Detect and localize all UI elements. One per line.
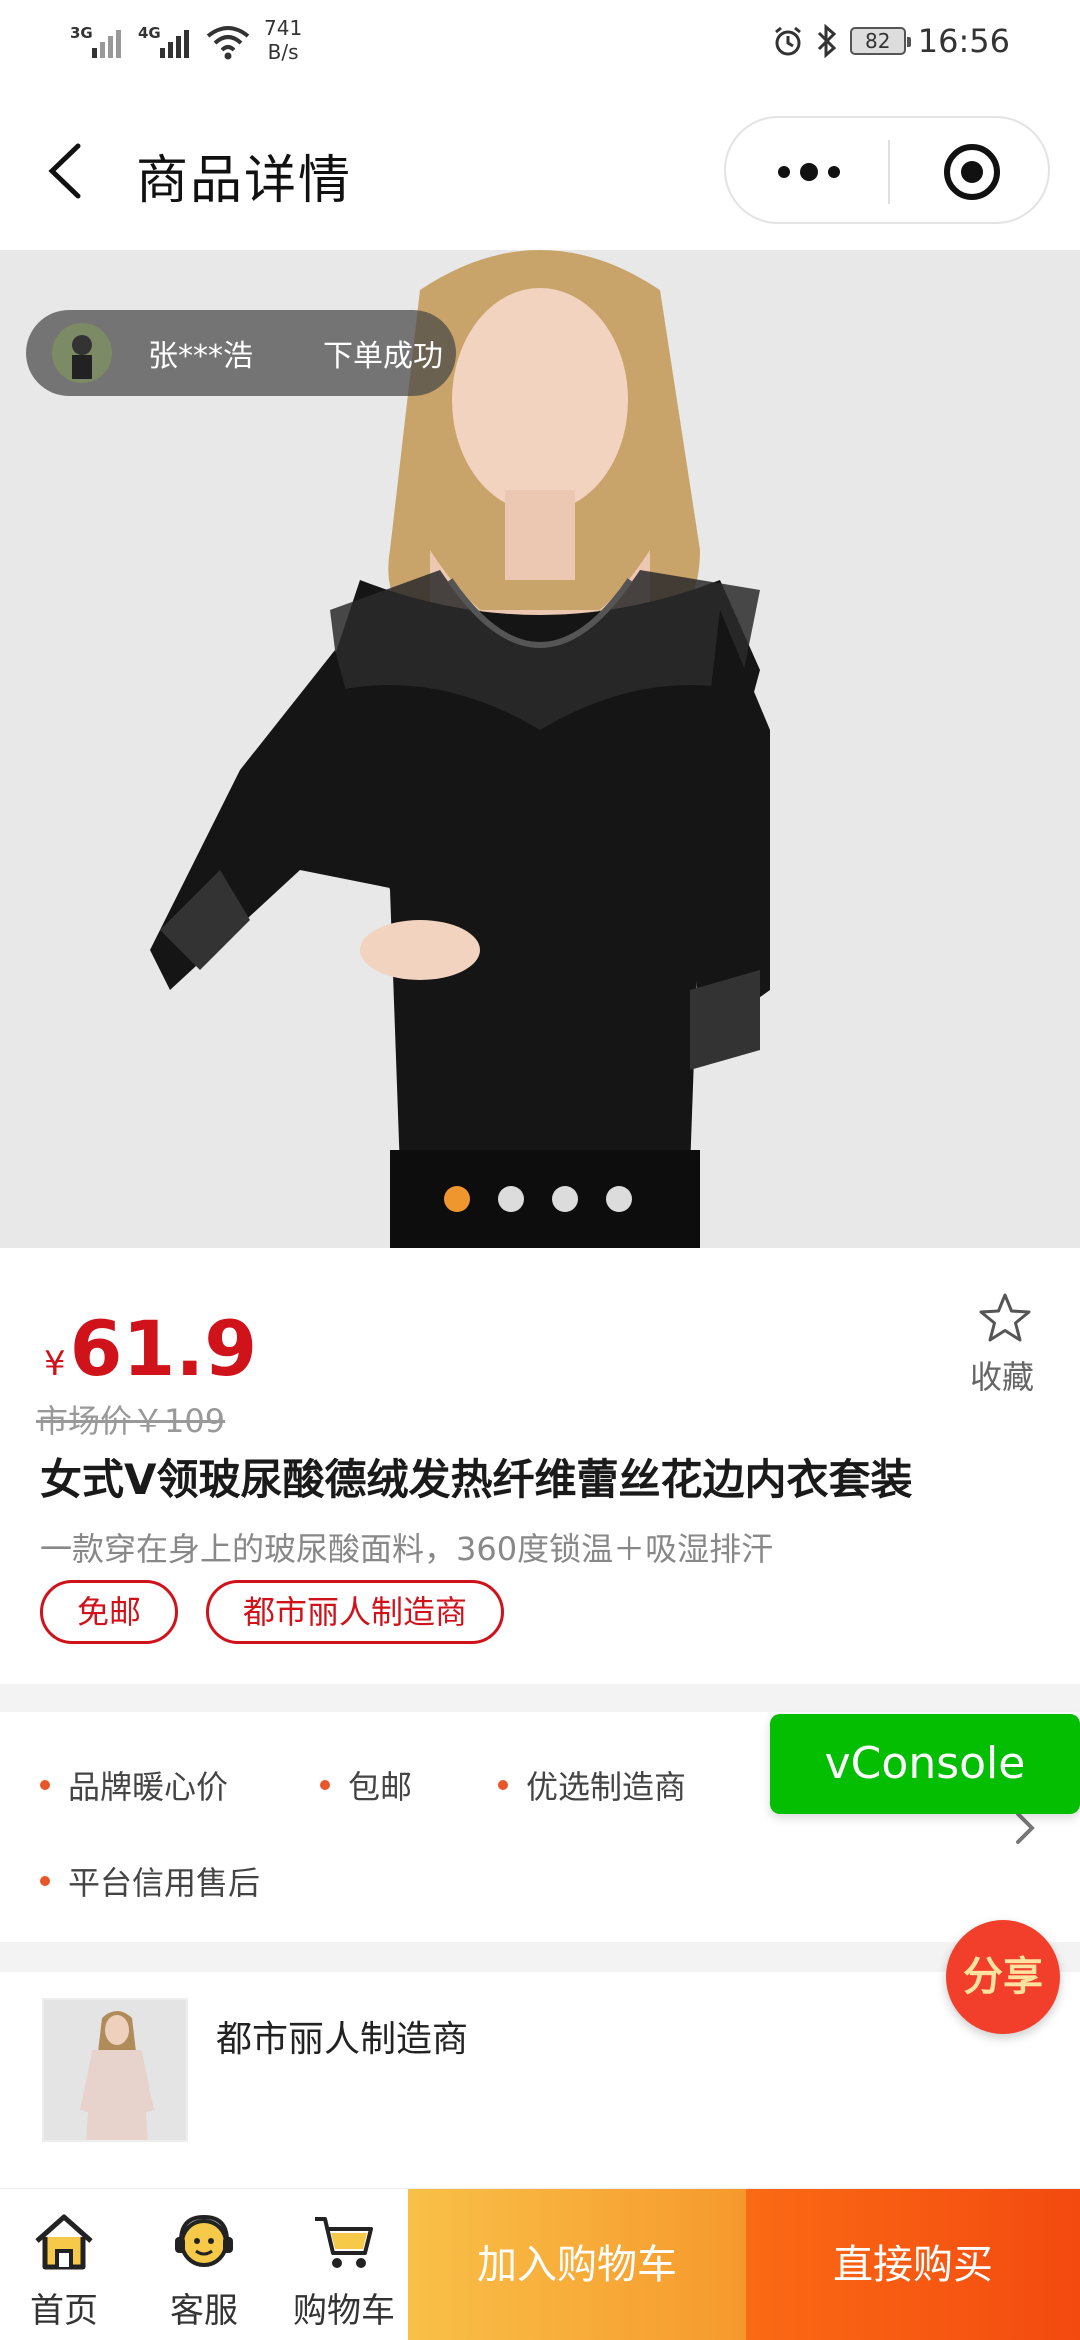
vconsole-button[interactable]: vConsole	[770, 1714, 1080, 1814]
star-icon	[979, 1293, 1031, 1342]
more-icon[interactable]	[764, 144, 854, 200]
service-item: 品牌暖心价	[40, 1762, 228, 1808]
shop-thumbnail	[42, 1998, 188, 2142]
product-photo	[0, 250, 1080, 1248]
price: ¥ 61.9	[44, 1304, 257, 1393]
cart-icon	[315, 2217, 373, 2268]
carousel-dot[interactable]	[606, 1186, 632, 1212]
bluetooth-icon	[817, 24, 836, 58]
carousel-dot[interactable]	[444, 1186, 470, 1212]
chevron-right-icon[interactable]	[1010, 1808, 1040, 1848]
favorite-label: 收藏	[969, 1358, 1034, 1396]
carousel-indicator	[444, 1186, 632, 1212]
service-item: 优选制造商	[498, 1762, 686, 1808]
battery-icon: 82	[849, 27, 911, 55]
carousel-dot[interactable]	[498, 1186, 524, 1212]
product-title: 女式V领玻尿酸德绒发热纤维蕾丝花边内衣套装	[40, 1455, 913, 1504]
mini-program-capsule	[724, 116, 1050, 224]
wifi-icon	[206, 26, 250, 60]
add-to-cart-button[interactable]: 加入购物车	[408, 2189, 746, 2340]
alarm-icon	[774, 26, 801, 56]
network-speed: 741 B/s	[264, 16, 303, 64]
back-icon[interactable]	[40, 136, 100, 206]
product-subtitle: 一款穿在身上的玻尿酸面料，360度锁温＋吸湿排汗	[40, 1530, 774, 1568]
product-tags: 免邮 都市丽人制造商	[40, 1580, 505, 1644]
close-mini-program-icon[interactable]	[942, 142, 1002, 202]
shop-section[interactable]: 都市丽人制造商	[0, 1972, 1080, 2188]
signal-4g-icon: 4G	[138, 16, 196, 60]
signal-3g-icon: 3G	[70, 16, 128, 60]
tag-manufacturer: 都市丽人制造商	[206, 1580, 505, 1644]
bottom-action-bar: 首页 客服 购物车 加入购物车 直接购买	[0, 2188, 1080, 2340]
tab-customer-service[interactable]: 客服	[144, 2207, 264, 2332]
service-item: 包邮	[320, 1762, 412, 1808]
buyer-name: 张***浩	[148, 339, 253, 374]
shop-name: 都市丽人制造商	[216, 2019, 469, 2060]
page-title: 商品详情	[136, 151, 353, 211]
nav-bar: 商品详情	[0, 90, 1080, 250]
favorite-button[interactable]: 收藏	[970, 1292, 1040, 1398]
currency-symbol: ¥	[44, 1344, 66, 1384]
tab-cart[interactable]: 购物车	[284, 2207, 404, 2332]
capsule-divider	[888, 140, 890, 204]
service-item: 平台信用售后	[40, 1858, 260, 1904]
carousel-dot[interactable]	[552, 1186, 578, 1212]
buy-now-button[interactable]: 直接购买	[746, 2189, 1080, 2340]
product-image-carousel[interactable]: 张***浩 下单成功	[0, 250, 1080, 1248]
status-bar: 3G 4G 741 B/s 82 16:56	[0, 0, 1080, 90]
customer-service-icon	[175, 2214, 233, 2267]
buyer-avatar	[52, 323, 112, 383]
share-button[interactable]: 分享	[946, 1920, 1060, 2034]
order-notification-toast: 张***浩 下单成功	[26, 310, 456, 396]
tag-free-shipping: 免邮	[40, 1580, 179, 1644]
price-value: 61.9	[69, 1304, 258, 1393]
clock: 16:56	[917, 22, 1010, 60]
product-info-card: ¥ 61.9 市场价￥109 收藏 女式V领玻尿酸德绒发热纤维蕾丝花边内衣套装 …	[0, 1248, 1080, 1684]
tab-home[interactable]: 首页	[4, 2207, 124, 2332]
order-status: 下单成功	[323, 339, 443, 374]
market-price: 市场价￥109	[36, 1402, 226, 1440]
home-icon	[35, 2214, 93, 2270]
